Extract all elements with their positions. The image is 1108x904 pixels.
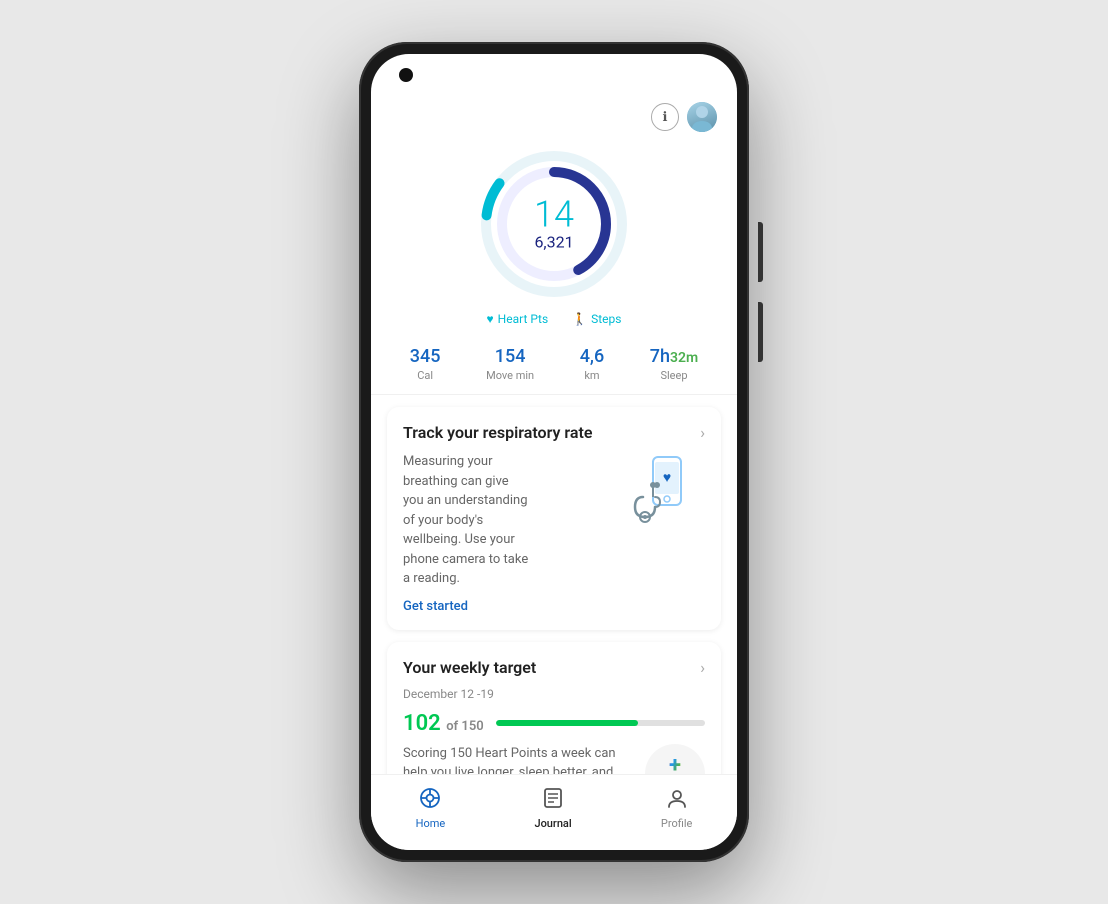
steps-label: 🚶 Steps (572, 312, 621, 326)
sleep-label: Sleep (650, 369, 698, 382)
stat-move-min[interactable]: 154 Move min (486, 346, 534, 382)
nav-profile[interactable]: Profile (641, 783, 712, 834)
steps-value: 6,321 (534, 232, 574, 251)
profile-icon (666, 787, 688, 814)
stat-sleep[interactable]: 7h32m Sleep (650, 346, 698, 382)
profile-svg (666, 787, 688, 809)
phone-frame: ℹ (359, 42, 749, 862)
ring-labels: ♥ Heart Pts 🚶 Steps (487, 312, 622, 326)
header: ℹ (371, 54, 737, 140)
respiratory-chevron-icon[interactable]: › (700, 423, 705, 442)
journal-icon (542, 787, 564, 814)
cards-scroll[interactable]: Track your respiratory rate › Measuring … (371, 395, 737, 774)
home-icon (419, 787, 441, 814)
target-bottom: Scoring 150 Heart Points a week can help… (403, 744, 705, 775)
cal-value: 345 (410, 346, 441, 367)
respiratory-card[interactable]: Track your respiratory rate › Measuring … (387, 407, 721, 630)
progress-fill (496, 720, 638, 726)
cal-label: Cal (410, 369, 441, 382)
weekly-title: Your weekly target (403, 658, 536, 677)
weekly-subtitle: December 12 -19 (403, 687, 705, 701)
respiratory-content: Measuring your breathing can give you an… (403, 452, 705, 614)
ring-chart[interactable]: 14 6,321 (474, 144, 634, 304)
heart-pts-label: ♥ Heart Pts (487, 312, 549, 326)
target-desc: Scoring 150 Heart Points a week can help… (403, 744, 633, 775)
who-icon: + (661, 752, 689, 774)
km-value: 4,6 (580, 346, 605, 367)
respiratory-body: Measuring your breathing can give you an… (403, 452, 529, 589)
ring-center: 14 6,321 (534, 196, 574, 251)
side-button (758, 222, 763, 282)
home-svg (419, 787, 441, 809)
move-min-label: Move min (486, 369, 534, 382)
profile-label: Profile (661, 817, 692, 830)
stat-cal[interactable]: 345 Cal (410, 346, 441, 382)
nav-journal[interactable]: Journal (514, 783, 591, 834)
target-progress-row: 102 of 150 (403, 711, 705, 736)
info-button[interactable]: ℹ (651, 103, 679, 131)
respiratory-svg: ♥ (625, 452, 705, 542)
nav-home[interactable]: Home (396, 783, 466, 834)
svg-text:♥: ♥ (663, 470, 671, 486)
weekly-card-header: Your weekly target › (403, 658, 705, 677)
bottom-nav: Home Journal (371, 774, 737, 850)
progress-bar (496, 720, 705, 726)
journal-svg (542, 787, 564, 809)
avatar-svg (687, 102, 717, 132)
side-button-2 (758, 302, 763, 362)
move-min-value: 154 (486, 346, 534, 367)
camera-hole (399, 68, 413, 82)
respiratory-title: Track your respiratory rate (403, 423, 592, 442)
stat-km[interactable]: 4,6 km (580, 346, 605, 382)
phone-screen: ℹ (371, 54, 737, 850)
svg-text:+: + (669, 753, 681, 774)
stats-row: 345 Cal 154 Move min 4,6 km 7h32m Sleep (371, 338, 737, 395)
avatar[interactable] (687, 102, 717, 132)
ring-section: 14 6,321 ♥ Heart Pts 🚶 Steps (371, 140, 737, 338)
heart-pts-value: 14 (534, 196, 574, 232)
home-label: Home (416, 817, 446, 830)
get-started-link[interactable]: Get started (403, 599, 613, 614)
weekly-target-card[interactable]: Your weekly target › December 12 -19 102… (387, 642, 721, 775)
journal-label: Journal (534, 817, 571, 830)
weekly-chevron-icon[interactable]: › (700, 658, 705, 677)
respiratory-card-header: Track your respiratory rate › (403, 423, 705, 442)
respiratory-text-section: Measuring your breathing can give you an… (403, 452, 613, 614)
respiratory-illustration: ♥ (625, 452, 705, 532)
who-badge[interactable]: + World HealthOrganization (645, 744, 705, 775)
km-label: km (580, 369, 605, 382)
avatar-image (687, 102, 717, 132)
sleep-value: 7h32m (650, 346, 698, 367)
target-current: 102 of 150 (403, 711, 484, 736)
